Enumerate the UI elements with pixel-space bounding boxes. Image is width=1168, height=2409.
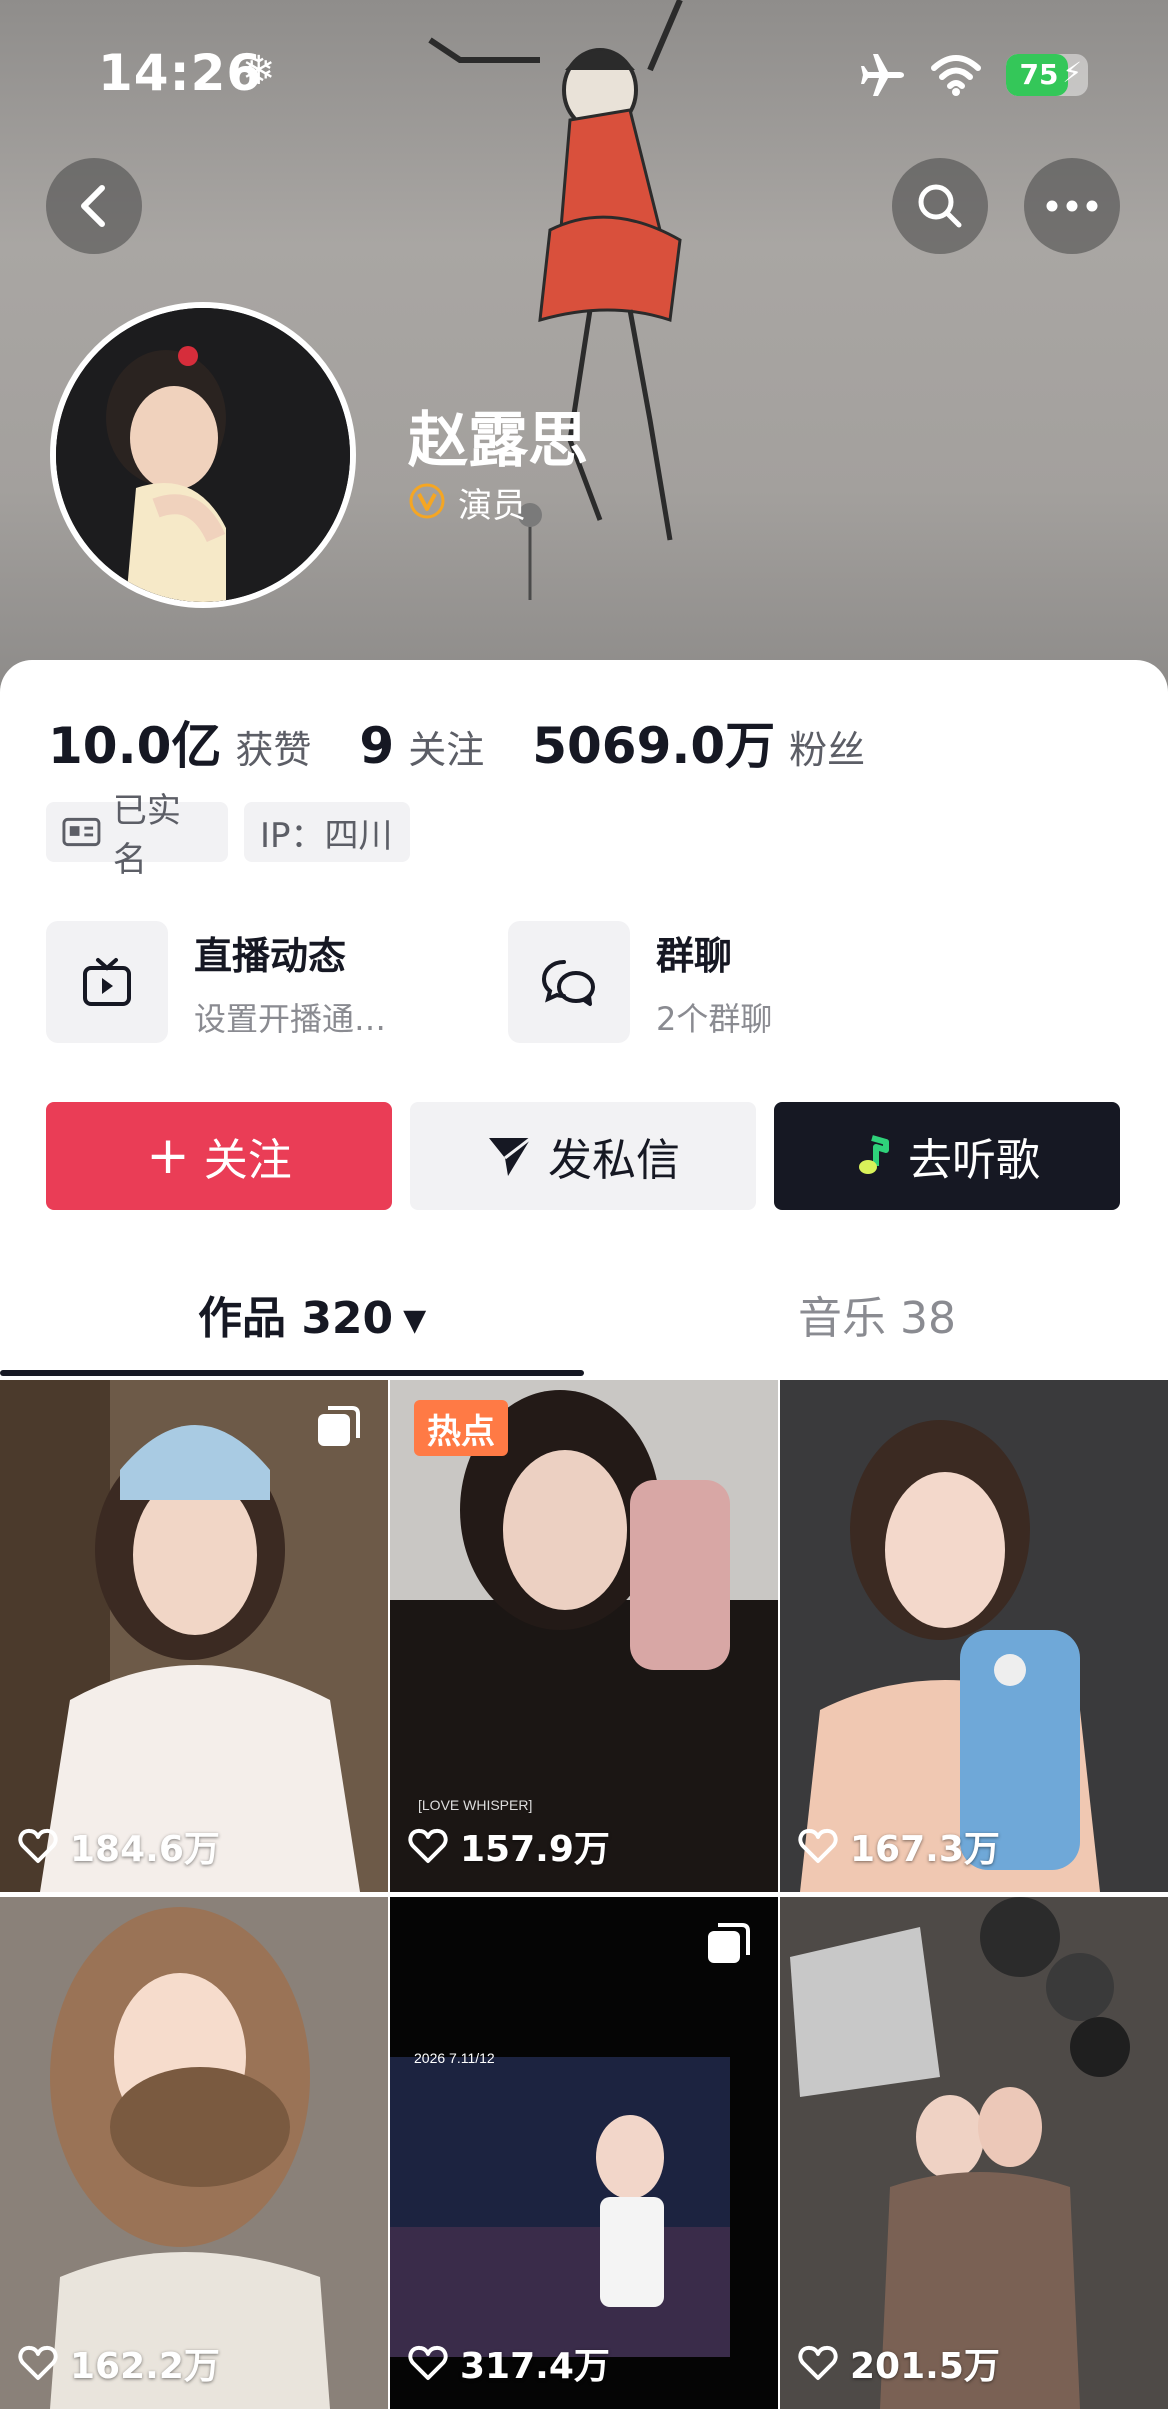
multi-image-icon [708, 1923, 750, 1963]
video-thumbnail [0, 1897, 388, 2409]
snowflake-icon: ❄ [242, 48, 276, 94]
music-note-icon [859, 1135, 889, 1174]
video-tile[interactable]: 162.2万 [0, 1897, 388, 2409]
like-count: 167.3万 [798, 1820, 1000, 1872]
chat-bubbles-icon [541, 960, 595, 1006]
plus-icon: + [146, 1126, 190, 1186]
search-button[interactable] [892, 158, 988, 254]
heart-icon [798, 1828, 838, 1863]
heart-icon [408, 2345, 448, 2380]
video-tile[interactable]: 184.6万 [0, 1380, 388, 1892]
chevron-left-icon [81, 185, 105, 227]
more-button[interactable] [1024, 158, 1120, 254]
tv-icon [83, 958, 131, 1006]
id-card-icon [62, 817, 101, 847]
like-count-value: 162.2万 [70, 2346, 220, 2387]
avatar[interactable] [50, 302, 356, 608]
live-status-title: 直播动态 [194, 933, 347, 978]
realname-label: 已实名 [112, 791, 181, 880]
tab-works[interactable]: 作品 320 ▼ [198, 1264, 426, 1374]
tab-music[interactable]: 音乐 38 [798, 1264, 956, 1374]
like-count-value: 157.9万 [460, 1829, 610, 1870]
airplane-icon [861, 54, 904, 96]
heart-icon [18, 1828, 58, 1863]
avatar-image [56, 308, 350, 602]
follow-button[interactable]: + 关注 [46, 1102, 392, 1210]
status-time: 14:26 [98, 44, 263, 102]
video-thumbnail [780, 1897, 1168, 2409]
follow-label: 关注 [203, 1135, 292, 1186]
group-chat-title: 群聊 [656, 933, 733, 978]
ip-tag: IP：四川 [244, 802, 410, 862]
status-bar: 14:26 ❄ 75 ⚡ [0, 0, 1168, 150]
send-icon [489, 1136, 532, 1176]
stats-row: 10.0亿 获赞 9 关注 5069.0万 粉丝 [48, 706, 913, 775]
live-status-subtitle: 设置开播通… [194, 999, 387, 1038]
listen-music-button[interactable]: 去听歌 [774, 1102, 1120, 1210]
video-tile[interactable]: [LOVE WHISPER] 热点 157.9万 [390, 1380, 778, 1892]
video-thumbnail: 2026 7.11/12 [390, 1897, 778, 2409]
ip-label: IP：四川 [260, 815, 393, 856]
following-count[interactable]: 9 [359, 717, 394, 775]
group-icon-box [508, 921, 630, 1043]
charging-icon: ⚡ [1062, 56, 1082, 89]
caret-down-icon: ▼ [403, 1303, 427, 1338]
back-button[interactable] [46, 158, 142, 254]
like-count: 157.9万 [408, 1820, 610, 1872]
like-count: 184.6万 [18, 1820, 220, 1872]
video-tile[interactable]: 167.3万 [780, 1380, 1168, 1892]
live-icon-box [46, 921, 168, 1043]
content-tabs: 作品 320 ▼ 音乐 38 [0, 1264, 1168, 1380]
likes-label: 获赞 [235, 728, 312, 772]
like-count: 162.2万 [18, 2337, 220, 2389]
profile-name: 赵露思 [408, 406, 588, 476]
group-chat-subtitle: 2个群聊 [656, 999, 773, 1038]
listen-music-label: 去听歌 [908, 1135, 1040, 1186]
thumb-caption: [LOVE WHISPER] [418, 1797, 532, 1813]
more-icon [1046, 200, 1098, 212]
video-tile[interactable]: 2026 7.11/12 317.4万 [390, 1897, 778, 2409]
message-button[interactable]: 发私信 [410, 1102, 756, 1210]
video-thumbnail [780, 1380, 1168, 1892]
video-thumbnail [0, 1380, 388, 1892]
likes-count: 10.0亿 [48, 717, 222, 775]
realname-tag: 已实名 [46, 791, 228, 880]
verified-badge-icon [409, 483, 445, 519]
like-count-value: 184.6万 [70, 1829, 220, 1870]
tab-music-label: 音乐 38 [798, 1293, 956, 1344]
active-tab-indicator [0, 1370, 584, 1376]
battery-indicator: 75 ⚡ [1006, 54, 1088, 96]
like-count-value: 317.4万 [460, 2346, 610, 2387]
like-count-value: 201.5万 [850, 2346, 1000, 2387]
heart-icon [408, 1828, 448, 1863]
video-tile[interactable]: 201.5万 [780, 1897, 1168, 2409]
group-chat-entry[interactable]: 群聊 2个群聊 [508, 920, 772, 1044]
followers-label[interactable]: 粉丝 [789, 719, 865, 774]
like-count: 317.4万 [408, 2337, 610, 2389]
live-status-entry[interactable]: 直播动态 设置开播通… [46, 920, 386, 1044]
search-icon [918, 184, 962, 228]
wifi-icon [931, 55, 981, 96]
heart-icon [18, 2345, 58, 2380]
heart-icon [798, 2345, 838, 2380]
message-label: 发私信 [548, 1135, 680, 1186]
tab-works-label: 作品 320 [198, 1293, 394, 1344]
following-label[interactable]: 关注 [408, 719, 484, 774]
thumb-caption: 2026 7.11/12 [414, 2050, 495, 2066]
multi-image-icon [318, 1406, 360, 1446]
profile-role: 演员 [458, 486, 526, 526]
video-thumbnail: [LOVE WHISPER] [390, 1380, 778, 1892]
like-count: 201.5万 [798, 2337, 1000, 2389]
followers-count[interactable]: 5069.0万 [532, 706, 775, 778]
hot-badge: 热点 [414, 1400, 508, 1456]
like-count-value: 167.3万 [850, 1829, 1000, 1870]
video-grid: 184.6万 [LOVE WHISPER] 热点 157.9万 167.3万 1… [0, 1380, 1168, 2409]
